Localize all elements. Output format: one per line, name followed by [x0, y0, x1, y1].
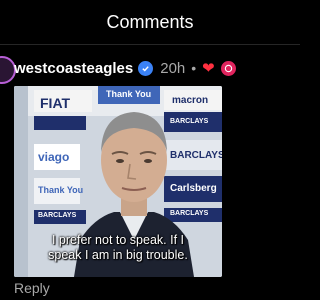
username[interactable]: westcoasteagles — [14, 60, 133, 77]
page-title: Comments — [106, 11, 194, 32]
heart-icon[interactable]: ❤ — [202, 59, 215, 77]
comment-meta: westcoasteagles 20h • ❤ — [14, 57, 236, 79]
separator-dot: • — [191, 60, 197, 76]
reply-button[interactable]: Reply — [14, 280, 50, 296]
comments-header: Comments — [0, 0, 300, 44]
sponsor-text: BARCLAYS — [38, 212, 77, 219]
comment-time: 20h — [160, 59, 186, 77]
gif-caption: I prefer not to speak. If I speak I am i… — [14, 233, 222, 263]
creator-badge-icon — [220, 60, 236, 76]
caption-line: speak I am in big trouble. — [48, 248, 188, 262]
sponsor-text: Thank You — [106, 89, 152, 99]
caption-line: I prefer not to speak. If I — [51, 233, 184, 247]
sponsor-text: viago — [38, 150, 70, 164]
comment-item: westcoasteagles 20h • ❤ FIAT Thank You m… — [0, 45, 300, 300]
comment-gif[interactable]: FIAT Thank You macron BARCLAYS viago BAR… — [14, 86, 222, 277]
sponsor-text: FIAT — [40, 95, 71, 111]
verified-badge-icon — [138, 60, 154, 76]
